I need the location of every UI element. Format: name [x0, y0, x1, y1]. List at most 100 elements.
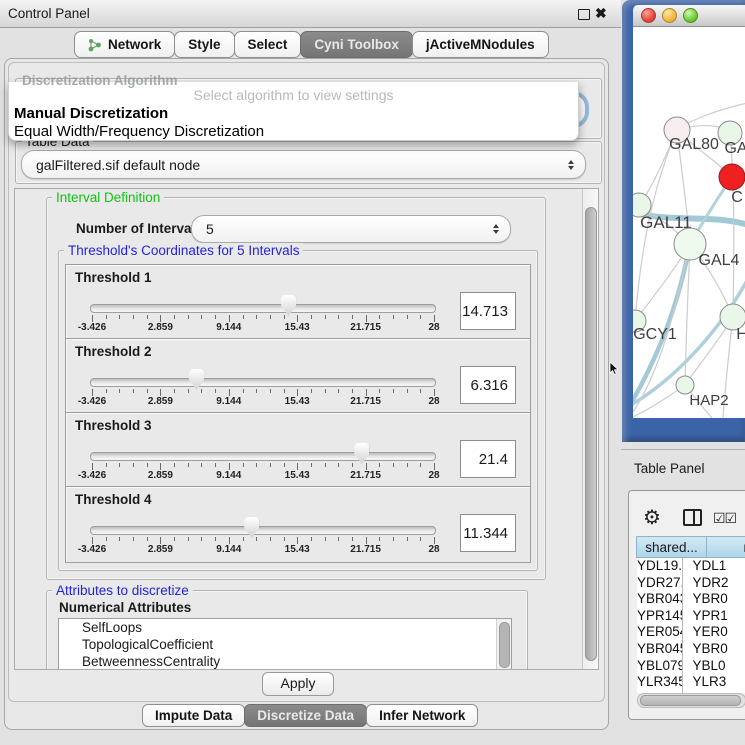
tick-mark	[160, 463, 161, 470]
list-scrollbar[interactable]	[496, 619, 511, 670]
table-row[interactable]: YBR045CYBR0	[637, 641, 745, 658]
tick-label: 2.859	[148, 470, 173, 481]
tick-mark	[188, 389, 189, 393]
tab-infer-network[interactable]: Infer Network	[366, 704, 478, 727]
network-canvas[interactable]: GAL80GACGAL11GAL4GCY1HHAP2	[633, 27, 745, 418]
tick-mark	[407, 389, 408, 393]
attribute-item[interactable]: BetweennessCentrality	[59, 653, 511, 670]
minimize-traffic-light-icon[interactable]	[662, 8, 677, 23]
settings-gear-icon[interactable]: ⚙	[643, 505, 661, 530]
number-of-intervals-value: 5	[206, 221, 214, 237]
table-cell: YDL19...	[637, 558, 683, 575]
network-edge[interactable]	[730, 133, 734, 317]
network-node-label: H	[736, 326, 745, 343]
tick-mark	[352, 315, 353, 319]
table-row[interactable]: YDR27...YDR2	[637, 575, 745, 592]
tick-mark	[434, 315, 435, 322]
tick-label: 28	[428, 470, 439, 481]
spinner-arrows-icon[interactable]	[568, 160, 574, 170]
table-hscrollbar-thumb[interactable]	[640, 695, 741, 706]
table-header-row: shared...na	[637, 536, 745, 558]
zoom-traffic-light-icon[interactable]	[683, 8, 698, 23]
tab-select[interactable]: Select	[234, 31, 302, 58]
network-node-c[interactable]	[719, 164, 745, 190]
tick-mark	[338, 315, 339, 319]
tab-jactivemnodules[interactable]: jActiveMNodules	[412, 31, 549, 58]
tick-mark	[92, 463, 93, 470]
tick-mark	[270, 463, 271, 467]
network-window-titlebar[interactable]	[633, 5, 745, 27]
tab-cyni-toolbox[interactable]: Cyni Toolbox	[300, 31, 413, 58]
threshold-slider-track[interactable]	[90, 452, 436, 461]
numerical-attributes-list[interactable]: SelfLoopsTopologicalCoefficientBetweenne…	[58, 618, 512, 670]
threshold-value-field[interactable]: 21.4	[460, 440, 516, 478]
algorithm-popup-hint: Select algorithm to view settings	[9, 87, 578, 103]
attribute-item[interactable]: TopologicalCoefficient	[59, 636, 511, 653]
tick-mark	[92, 389, 93, 396]
tick-mark	[284, 537, 285, 541]
tick-mark	[229, 537, 230, 544]
attribute-item[interactable]: SelfLoops	[59, 619, 511, 636]
tab-label: Select	[248, 37, 288, 52]
tick-mark	[215, 537, 216, 541]
tab-network[interactable]: Network	[74, 31, 175, 58]
tab-label: jActiveMNodules	[426, 37, 535, 52]
table-column-header[interactable]: na	[706, 536, 745, 558]
tick-mark	[229, 315, 230, 322]
tick-mark	[160, 315, 161, 322]
settings-scroll-area: Interval Definition Number of Intervals …	[14, 188, 599, 670]
close-icon[interactable]: ✖	[595, 5, 607, 22]
tick-mark	[215, 315, 216, 319]
network-icon	[88, 38, 102, 52]
float-window-icon[interactable]	[578, 9, 590, 20]
table-column-header[interactable]: shared...	[636, 536, 707, 558]
tab-discretize-data[interactable]: Discretize Data	[244, 704, 367, 727]
tab-impute-data[interactable]: Impute Data	[142, 704, 245, 727]
threshold-slider-track[interactable]	[90, 304, 436, 313]
spinner-arrows-icon[interactable]	[493, 224, 499, 234]
table-row[interactable]: YER054CYER0	[637, 624, 745, 641]
tick-mark	[256, 389, 257, 393]
tick-label: 21.715	[350, 544, 381, 555]
network-node-label: HAP2	[689, 392, 728, 409]
number-of-intervals-combo[interactable]: 5	[191, 215, 511, 243]
table-row[interactable]: YDL19...YDL1	[637, 558, 745, 575]
tick-mark	[393, 463, 394, 467]
table-row[interactable]: YBL079WYBL0	[637, 658, 745, 675]
split-view-icon[interactable]	[683, 509, 702, 526]
tick-mark	[215, 389, 216, 393]
tab-style[interactable]: Style	[174, 31, 234, 58]
threshold-value-field[interactable]: 14.713	[460, 292, 516, 330]
tick-mark	[174, 537, 175, 541]
algorithm-option-equal-width[interactable]: Equal Width/Frequency Discretization	[14, 123, 264, 140]
threshold-value-field[interactable]: 11.344	[460, 514, 516, 552]
threshold-value-field[interactable]: 6.316	[460, 366, 516, 404]
close-traffic-light-icon[interactable]	[641, 8, 656, 23]
apply-button[interactable]: Apply	[262, 672, 334, 696]
settings-scrollbar[interactable]	[582, 189, 598, 669]
tick-mark	[284, 389, 285, 393]
table-row[interactable]: YPR145WYPR1	[637, 608, 745, 625]
threshold-box-4: Threshold 4-3.4262.8599.14415.4321.71528…	[65, 486, 531, 563]
table-data-combo[interactable]: galFiltered.sif default node	[21, 150, 586, 179]
select-columns-icon[interactable]: ☑☑	[713, 510, 736, 527]
threshold-slider-track[interactable]	[90, 378, 436, 387]
table-hscrollbar[interactable]	[637, 693, 745, 708]
threshold-slider-track[interactable]	[90, 526, 436, 535]
tick-label: -3.426	[78, 396, 106, 407]
settings-scrollbar-thumb[interactable]	[585, 207, 597, 661]
algorithm-option-manual[interactable]: Manual Discretization	[14, 105, 168, 122]
bottom-tab-bar: Impute DataDiscretize DataInfer Network	[143, 704, 478, 727]
network-node-label: GAL80	[669, 136, 719, 153]
interval-definition-title: Interval Definition	[52, 190, 164, 205]
tick-mark	[174, 315, 175, 319]
table-row[interactable]: YBR043CYBR0	[637, 591, 745, 608]
tick-mark	[325, 537, 326, 541]
list-scrollbar-thumb[interactable]	[499, 622, 510, 668]
threshold-label: Threshold 1	[75, 270, 152, 285]
tick-label: 9.144	[216, 544, 241, 555]
tick-mark	[311, 463, 312, 467]
table-row[interactable]: YLR345WYLR3	[637, 674, 745, 691]
tick-mark	[420, 389, 421, 393]
tick-label: 9.144	[216, 322, 241, 333]
